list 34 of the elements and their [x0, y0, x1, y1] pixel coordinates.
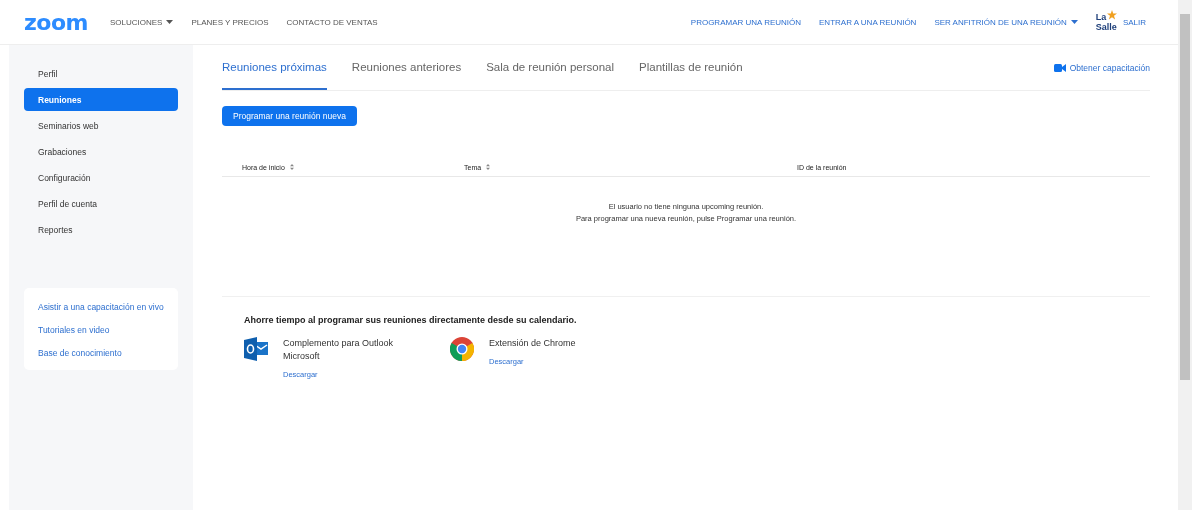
nav-link[interactable]: ENTRAR A UNA REUNIÓN [819, 17, 917, 27]
scrollbar-thumb[interactable] [1180, 14, 1190, 380]
video-camera-icon [1053, 63, 1066, 72]
sort-icon[interactable] [486, 164, 491, 170]
help-link[interactable]: Tutoriales en video [38, 318, 164, 341]
sidebar-item[interactable]: Configuración [24, 166, 178, 189]
plugin-name: Extensión de Chrome [489, 337, 577, 350]
nav-link[interactable]: SOLUCIONES [109, 17, 174, 27]
tab[interactable]: Reuniones próximas [222, 45, 327, 90]
nav-link[interactable]: PLANES Y PRECIOS [191, 17, 269, 27]
zoom-logo[interactable]: zoom [24, 9, 88, 35]
training-link[interactable]: Obtener capacitación [1053, 62, 1150, 73]
outlook-icon[interactable] [244, 337, 269, 361]
org-logo: La Salle [1095, 12, 1117, 32]
help-link[interactable]: Base de conocimiento [38, 341, 164, 364]
nav-link[interactable]: CONTACTO DE VENTAS [286, 17, 378, 27]
sort-icon[interactable] [289, 164, 294, 170]
nav-link[interactable]: PROGRAMAR UNA REUNIÓN [690, 17, 802, 27]
tab[interactable]: Sala de reunión personal [486, 45, 615, 90]
signout-link[interactable]: SALIR [1122, 17, 1146, 27]
sidebar-item[interactable]: Reuniones [24, 88, 178, 111]
chrome-icon[interactable] [450, 337, 474, 361]
nav-link[interactable]: SER ANFITRIÓN DE UNA REUNIÓN [934, 17, 1078, 27]
sidebar-item[interactable]: Perfil [24, 62, 178, 85]
sidebar-item[interactable]: Perfil de cuenta [24, 192, 178, 215]
sidebar-item[interactable]: Seminarios web [24, 114, 178, 137]
plugin-name: Complemento para Outlook Microsoft [283, 337, 395, 363]
tab[interactable]: Plantillas de reunión [639, 45, 743, 90]
tab[interactable]: Reuniones anteriores [351, 45, 462, 90]
sidebar-item[interactable]: Grabaciones [24, 140, 178, 163]
sidebar-item[interactable]: Reportes [24, 218, 178, 241]
help-link[interactable]: Asistir a una capacitación en vivo [38, 295, 164, 318]
calendar-title: Ahorre tiempo al programar sus reuniones directamente desde su calendario. [244, 315, 578, 325]
new-meeting-button[interactable]: Programar una reunión nueva [222, 106, 357, 126]
